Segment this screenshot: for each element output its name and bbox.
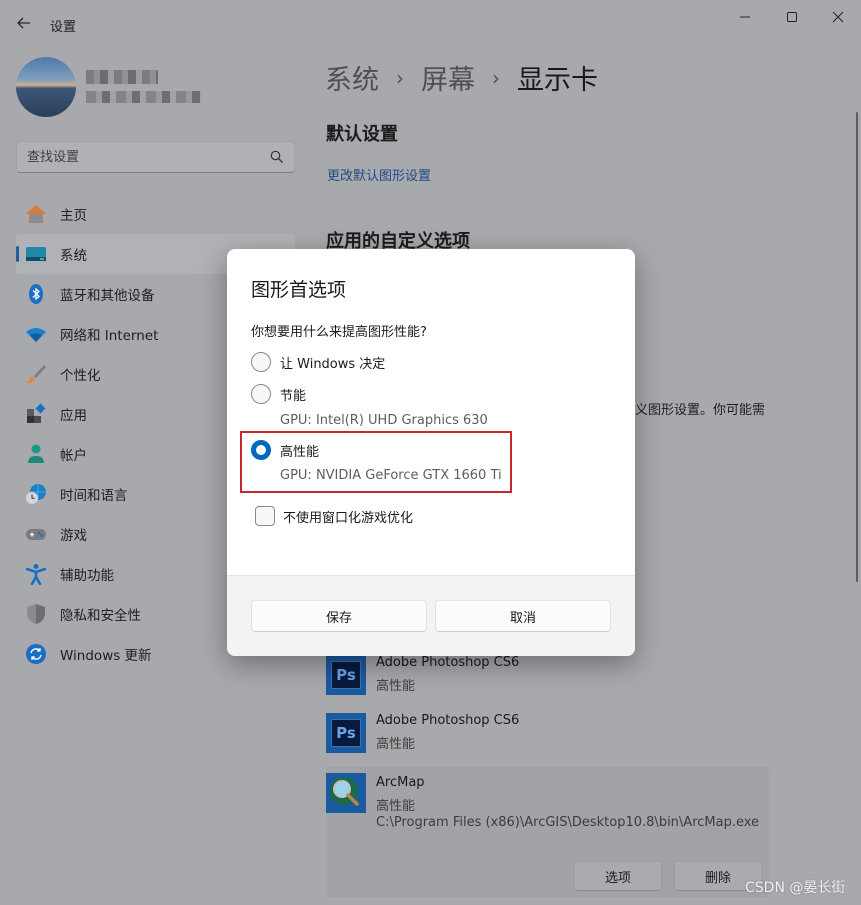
dialog-title: 图形首选项 [251,279,347,301]
photoshop-icon-text: Ps [331,661,361,689]
home-icon [26,205,46,223]
back-button[interactable] [14,13,34,33]
watermark: CSDN @晏长街 [745,880,846,896]
app-preference: 高性能 [376,737,416,752]
app-name: Adobe Photoshop CS6 [376,655,520,670]
disable-windowed-game-optimization[interactable]: 不使用窗口化游戏优化 [255,506,413,526]
change-default-graphics-link[interactable]: 更改默认图形设置 [327,165,431,184]
wifi-icon [26,328,46,342]
breadcrumb: 系统 › 屏幕 › 显示卡 [325,58,598,97]
photoshop-icon: Ps [326,713,366,753]
account-icon [28,444,44,463]
sidebar-item-label: 时间和语言 [60,488,128,504]
radio-label: 节能 [280,388,307,404]
checkbox-label: 不使用窗口化游戏优化 [283,510,414,526]
radio-button-selected[interactable] [251,440,271,460]
description-text: 义图形设置。你可能需 [635,403,766,418]
sidebar-item-label: 游戏 [60,528,87,544]
search-box[interactable] [16,141,295,173]
cancel-button[interactable]: 取消 [435,600,611,632]
radio-label: 高性能 [280,444,320,460]
dialog-footer: 保存 取消 [227,575,635,656]
options-button[interactable]: 选项 [574,861,662,891]
radio-let-windows-decide[interactable]: 让 Windows 决定 [251,352,385,372]
radio-power-saving[interactable]: 节能 [251,384,306,404]
maximize-icon [787,12,797,22]
minimize-button[interactable] [722,6,768,28]
close-icon [832,11,844,23]
profile-name-pixelated [86,70,158,84]
dialog-question: 你想要用什么来提高图形性能? [251,325,427,340]
search-input[interactable] [17,142,267,172]
sidebar-item-label: 系统 [60,248,87,264]
sidebar-item-label: 蓝牙和其他设备 [60,288,155,304]
sidebar-item-label: 主页 [60,208,87,224]
radio-label: 让 Windows 决定 [280,356,386,372]
brush-icon [27,365,46,383]
app-name: Adobe Photoshop CS6 [376,713,520,728]
app-name: ArcMap [376,775,425,790]
avatar [16,57,76,117]
sidebar-item-label: 辅助功能 [60,568,114,584]
sidebar-item-label: 隐私和安全性 [60,608,141,624]
sidebar-item-label: 网络和 Internet [60,328,159,344]
accessibility-icon [25,564,47,585]
app-list-item[interactable]: Ps Adobe Photoshop CS6 高性能 [326,713,769,755]
scrollbar[interactable] [856,112,858,582]
back-arrow-icon [17,17,30,29]
app-preference: 高性能 [376,679,416,694]
time-language-icon [26,484,46,504]
bluetooth-icon [29,284,43,304]
system-display-icon [26,247,46,261]
search-icon [270,150,283,163]
sidebar-item-label: Windows 更新 [60,648,152,664]
shield-icon [27,604,45,624]
default-settings-title: 默认设置 [326,124,398,145]
close-button[interactable] [815,6,861,28]
apps-icon [27,403,46,423]
arcmap-icon [326,773,366,813]
gpu-info: GPU: NVIDIA GeForce GTX 1660 Ti [280,468,502,483]
photoshop-icon: Ps [326,655,366,695]
page-title: 显示卡 [517,65,598,96]
sidebar-item-label: 应用 [60,408,87,424]
app-list-item-expanded[interactable]: ArcMap 高性能 C:\Program Files (x86)\ArcGIS… [326,767,769,897]
breadcrumb-separator: › [396,65,404,90]
save-button[interactable]: 保存 [251,600,427,632]
app-title: 设置 [50,20,77,35]
app-preference: 高性能 [376,799,416,814]
gamepad-icon [26,529,46,540]
app-path: C:\Program Files (x86)\ArcGIS\Desktop10.… [376,815,760,830]
sidebar-item-label: 帐户 [60,448,87,464]
radio-high-performance[interactable]: 高性能 [251,440,319,460]
sidebar-item-label: 个性化 [60,368,101,384]
radio-button[interactable] [251,352,271,372]
gpu-info: GPU: Intel(R) UHD Graphics 630 [280,413,488,428]
profile-email-pixelated [86,91,202,103]
maximize-button[interactable] [769,6,815,28]
breadcrumb-separator: › [492,65,500,90]
graphics-preference-dialog: 图形首选项 你想要用什么来提高图形性能? 让 Windows 决定 节能 GPU… [227,249,635,656]
radio-button[interactable] [251,384,271,404]
checkbox[interactable] [255,506,275,526]
active-indicator [16,246,19,262]
app-list-item[interactable]: Ps Adobe Photoshop CS6 高性能 [326,655,769,697]
title-bar: 设置 [0,0,861,46]
windows-update-icon [26,644,46,664]
photoshop-icon-text: Ps [331,719,361,747]
minimize-icon [740,16,750,18]
sidebar-item-home[interactable]: 主页 [16,194,295,234]
breadcrumb-system[interactable]: 系统 [325,58,379,97]
breadcrumb-display[interactable]: 屏幕 [421,58,475,97]
